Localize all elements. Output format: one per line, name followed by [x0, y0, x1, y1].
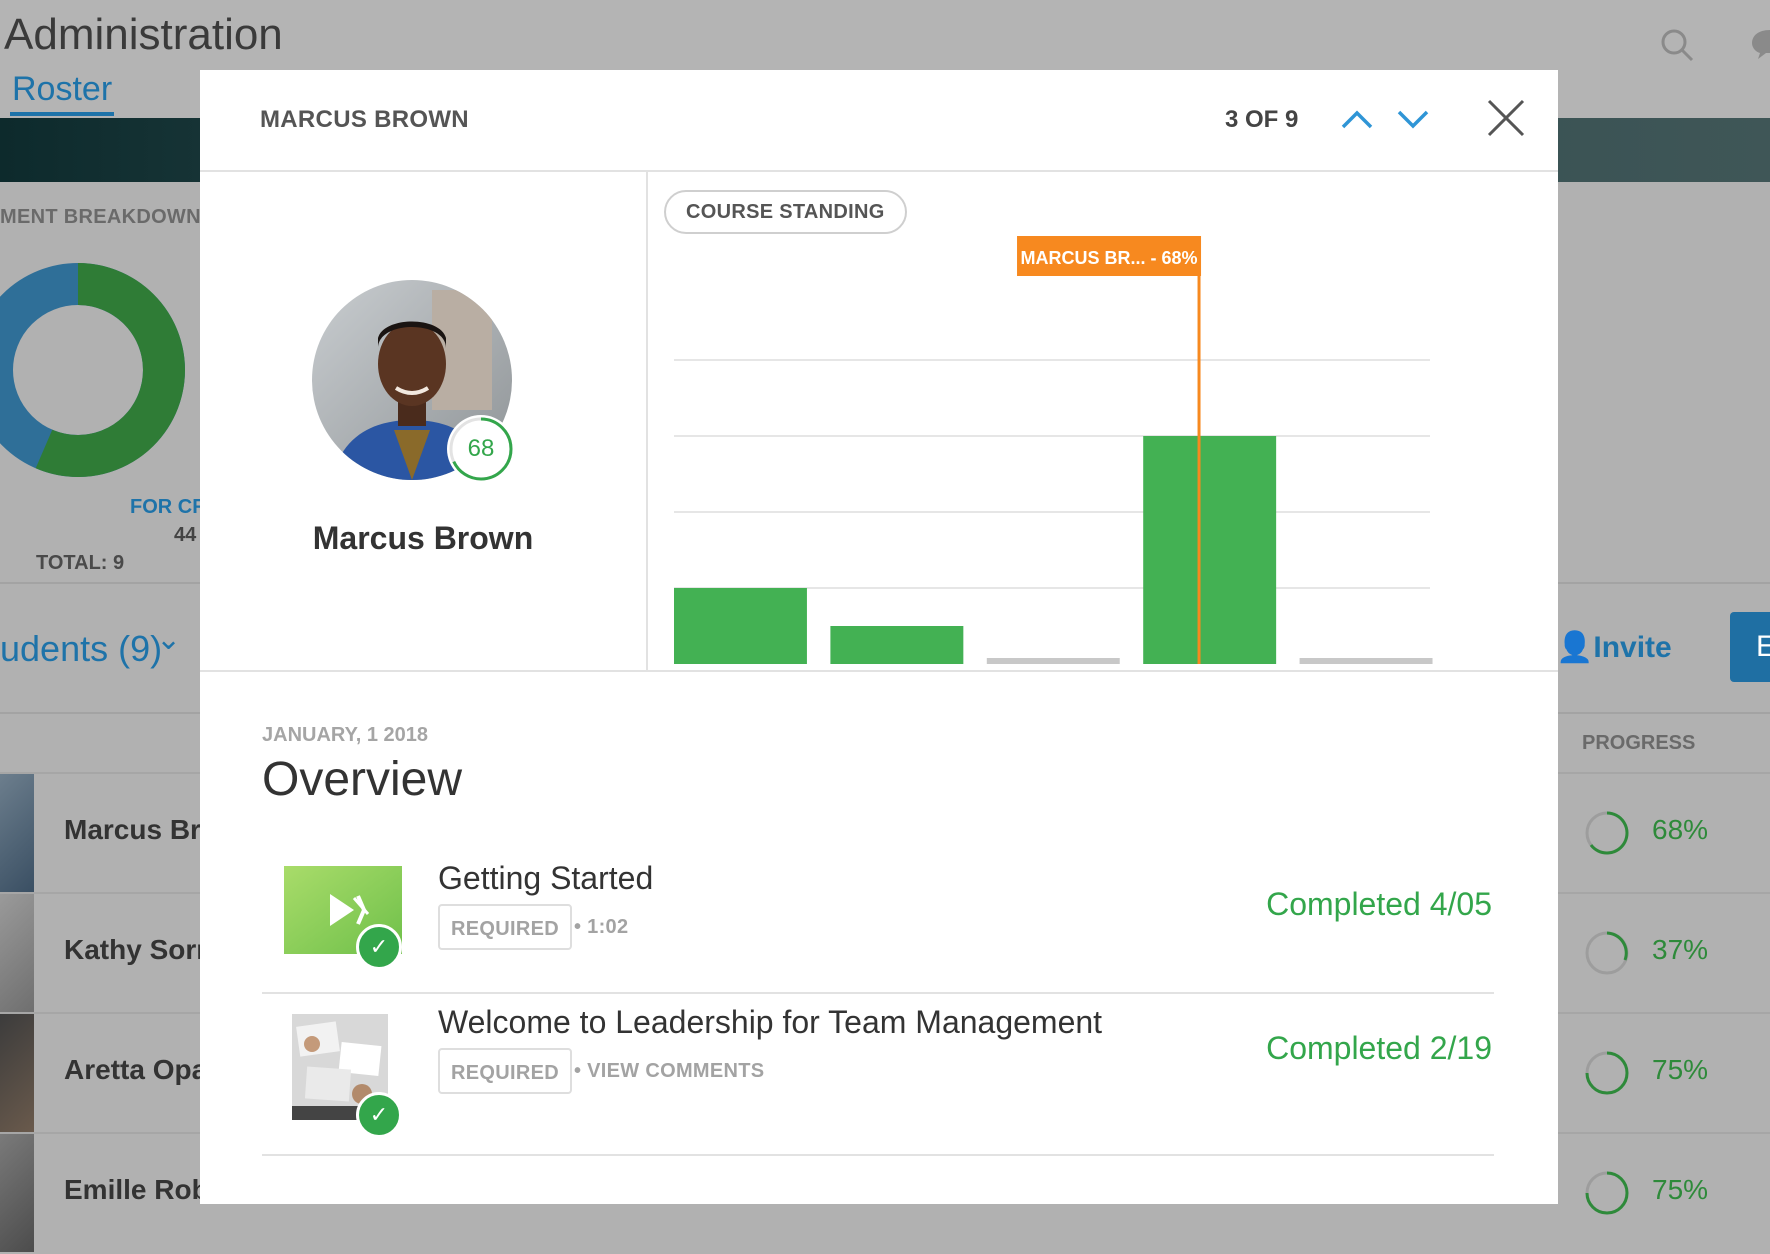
completion-status: Completed 2/19	[1266, 1030, 1492, 1066]
course-standing-bar-chart: 0 - 19% 20 - 39% 40 - 59% 60 - 79% 80 - 100%…	[674, 236, 1433, 670]
close-icon[interactable]	[1486, 98, 1526, 138]
tab-underline	[10, 112, 114, 116]
student-avatar	[0, 1014, 34, 1132]
course-title[interactable]: Welcome to Leadership for Team Managemen…	[438, 1004, 1102, 1041]
required-badge: REQUIRED	[438, 1048, 572, 1094]
search-icon[interactable]	[1660, 28, 1694, 62]
progress-ring	[1585, 1171, 1629, 1215]
course-duration: • 1:02	[574, 916, 629, 938]
progress-value: 68%	[1652, 814, 1709, 845]
view-comments-link[interactable]: • VIEW COMMENTS	[574, 1060, 764, 1083]
completed-check-icon: ✓	[356, 924, 402, 970]
overview-title: Overview	[262, 753, 463, 806]
student-avatar	[0, 894, 34, 1012]
add-user-icon: 👤	[1556, 631, 1594, 664]
student-name: Aretta Opa	[64, 1054, 208, 1085]
students-dropdown[interactable]: udents (9)	[0, 628, 162, 670]
overview-date: JANUARY, 1 2018	[262, 724, 429, 746]
invite-button[interactable]: 👤Invite	[1556, 630, 1672, 665]
completed-check-icon: ✓	[356, 1092, 402, 1138]
chart-bar[interactable]	[830, 626, 964, 664]
chat-icon[interactable]	[1748, 26, 1770, 60]
chevron-up-icon[interactable]	[1340, 108, 1374, 130]
course-title[interactable]: Getting Started	[438, 860, 653, 897]
student-position: 3 OF 9	[1225, 106, 1299, 133]
breakdown-legend-value: 44	[174, 524, 197, 546]
student-avatar	[0, 774, 34, 892]
student-name: Kathy Sorr	[64, 934, 208, 965]
student-name: Emille Rob	[64, 1174, 209, 1205]
chart-bar[interactable]	[1299, 658, 1433, 664]
progress-ring	[1585, 1051, 1629, 1095]
chevron-down-icon[interactable]: ⌄	[156, 622, 181, 657]
progress-value: 75%	[1652, 1054, 1709, 1085]
score-value: 68	[467, 435, 495, 462]
student-marker-label: MARCUS BR... - 68%	[1021, 248, 1198, 268]
invite-label: Invite	[1593, 631, 1672, 664]
course-item[interactable]: ✓ Getting Started REQUIRED • 1:02 Comple…	[262, 832, 1494, 994]
x-tick-label: 0 - 19%	[708, 668, 774, 670]
x-tick-label: 60 - 79%	[1172, 668, 1248, 670]
overview-section: JANUARY, 1 2018 Overview ✓ Getting Start…	[200, 672, 1558, 1204]
tab-roster[interactable]: Roster	[12, 70, 112, 109]
progress-ring	[1585, 811, 1629, 855]
student-detail-modal: MARCUS BROWN 3 OF 9 68 Marcus Brown COUR…	[200, 70, 1558, 1204]
primary-action-button[interactable]: E	[1730, 612, 1770, 682]
view-comments-label: VIEW COMMENTS	[587, 1060, 765, 1082]
breakdown-heading: MENT BREAKDOWN	[0, 206, 201, 228]
completion-status: Completed 4/05	[1266, 886, 1492, 922]
progress-value: 37%	[1652, 934, 1709, 965]
page-title: Administration	[4, 10, 283, 59]
student-avatar	[0, 1134, 34, 1252]
modal-header: MARCUS BROWN 3 OF 9	[200, 70, 1558, 172]
course-item[interactable]: ✓ Welcome to Leadership for Team Managem…	[262, 994, 1494, 1156]
progress-value: 75%	[1652, 1174, 1709, 1205]
course-standing-chart: COURSE STANDING 0 - 19%20 - 39%40 - 59%6…	[648, 172, 1558, 672]
duration-value: 1:02	[587, 916, 629, 938]
breakdown-total: TOTAL: 9	[36, 552, 125, 574]
profile-panel: 68 Marcus Brown	[200, 172, 648, 672]
progress-column-header: PROGRESS	[1582, 732, 1696, 754]
modal-student-name: MARCUS BROWN	[260, 106, 469, 133]
x-tick-label: 20 - 39%	[859, 668, 935, 670]
profile-name: Marcus Brown	[312, 520, 534, 556]
breakdown-donut-chart	[0, 263, 185, 477]
progress-ring	[1585, 931, 1629, 975]
chart-bar[interactable]	[1143, 436, 1277, 664]
student-name: Marcus Br	[64, 814, 201, 845]
chart-bar[interactable]	[986, 658, 1120, 664]
x-tick-label: 80 - 100%	[1323, 668, 1410, 670]
chevron-down-icon[interactable]	[1396, 108, 1430, 130]
required-badge: REQUIRED	[438, 904, 572, 950]
chart-bar[interactable]	[674, 588, 807, 664]
breakdown-legend-label: FOR CR	[130, 496, 207, 518]
x-tick-label: 40 - 59%	[1015, 668, 1091, 670]
